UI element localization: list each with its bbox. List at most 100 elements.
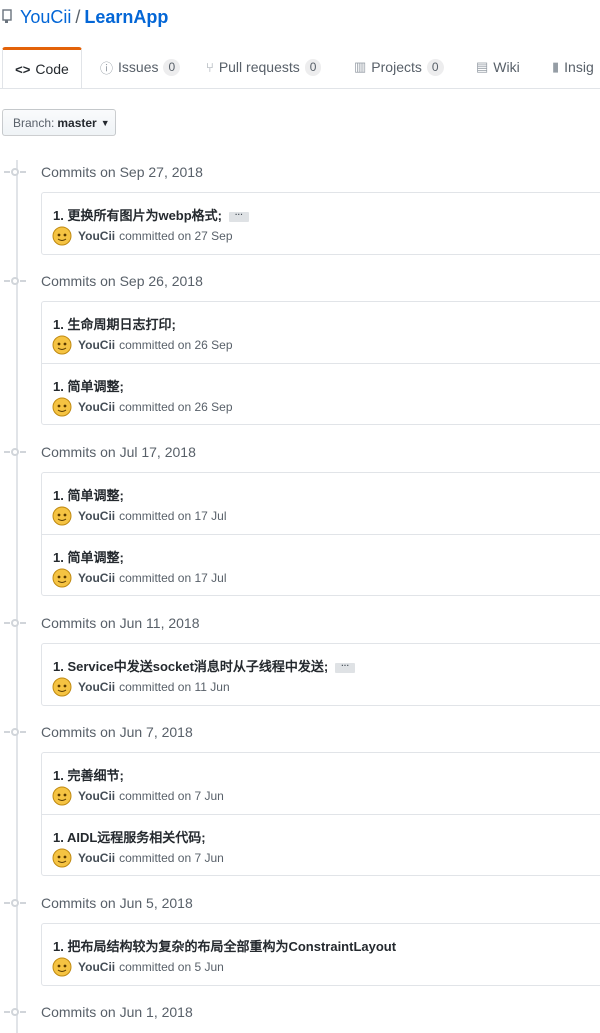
commit-time: committed on 26 Sep — [119, 338, 233, 352]
commit-row: 1. 完善细节; YouCii committed on 7 Jun — [42, 753, 600, 814]
tab-insights-label: Insig — [564, 59, 594, 75]
commit-date: Commits on Sep 27, 2018 — [41, 164, 203, 180]
commit-author-link[interactable]: YouCii — [78, 400, 115, 414]
avatar[interactable] — [52, 848, 72, 868]
timeline-dot-icon — [4, 899, 26, 907]
avatar[interactable] — [52, 786, 72, 806]
commit-row: 1. 生命周期日志打印; YouCii committed on 26 Sep — [42, 302, 600, 363]
commit-group: 1. 把布局结构较为复杂的布局全部重构为ConstraintLayout You… — [41, 923, 600, 986]
commit-message-link[interactable]: 1. 生命周期日志打印; — [53, 314, 176, 333]
commit-author-link[interactable]: YouCii — [78, 680, 115, 694]
expand-ellipsis-button[interactable]: ··· — [335, 661, 356, 673]
commit-date: Commits on Jun 11, 2018 — [41, 615, 200, 631]
commit-author-link[interactable]: YouCii — [78, 571, 115, 585]
commit-meta: YouCii committed on 26 Sep — [52, 335, 233, 355]
commit-time: committed on 17 Jul — [119, 571, 227, 585]
commit-message-link[interactable]: 1. 简单调整; — [53, 485, 124, 504]
repo-separator: / — [75, 7, 81, 27]
branch-value: master — [57, 115, 97, 130]
graph-icon: ▮ — [552, 59, 560, 74]
commit-row: 1. 简单调整; YouCii committed on 17 Jul — [42, 473, 600, 534]
commit-message-link[interactable]: 1. 简单调整; — [53, 547, 124, 566]
timeline-dot-icon — [4, 1008, 26, 1016]
timeline-dot-icon — [4, 168, 26, 176]
commit-group: 1. 更换所有图片为webp格式; ··· YouCii committed on… — [41, 192, 600, 255]
timeline-dot-icon — [4, 728, 26, 736]
commit-meta: YouCii committed on 11 Jun — [52, 677, 230, 697]
commit-time: committed on 17 Jul — [119, 509, 227, 523]
tab-wiki-label: Wiki — [493, 59, 520, 75]
commit-meta: YouCii committed on 5 Jun — [52, 957, 224, 977]
commit-meta: YouCii committed on 7 Jun — [52, 786, 224, 806]
commit-meta: YouCii committed on 17 Jul — [52, 568, 227, 588]
commit-message-link[interactable]: 1. 把布局结构较为复杂的布局全部重构为ConstraintLayout — [53, 936, 396, 955]
commit-message-link[interactable]: 1. 完善细节; — [53, 765, 124, 784]
commit-date: Commits on Jul 17, 2018 — [41, 444, 196, 460]
repo-name-link[interactable]: LearnApp — [84, 7, 168, 27]
commit-meta: YouCii committed on 7 Jun — [52, 848, 224, 868]
avatar[interactable] — [52, 957, 72, 977]
commit-author-link[interactable]: YouCii — [78, 851, 115, 865]
commit-group: 1. Service中发送socket消息时从子线程中发送; ··· YouCii… — [41, 643, 600, 706]
commit-message-link[interactable]: 1. 更换所有图片为webp格式; ··· — [53, 205, 250, 224]
commit-time: committed on 7 Jun — [119, 789, 224, 803]
commit-time: committed on 7 Jun — [119, 851, 224, 865]
issue-icon: ⓘ — [100, 60, 114, 76]
tab-pull-requests[interactable]: ⑂ Pull requests 0 — [206, 47, 322, 87]
pull-request-icon: ⑂ — [206, 59, 214, 75]
tab-projects[interactable]: ▥ Projects 0 — [354, 47, 444, 87]
project-icon: ▥ — [354, 59, 367, 74]
avatar[interactable] — [52, 397, 72, 417]
timeline-dot-icon — [4, 619, 26, 627]
commit-row: 1. 把布局结构较为复杂的布局全部重构为ConstraintLayout You… — [42, 924, 600, 985]
commit-time: committed on 5 Jun — [119, 960, 224, 974]
tab-issues-label: Issues — [118, 59, 159, 75]
avatar[interactable] — [52, 226, 72, 246]
repo-owner-link[interactable]: YouCii — [20, 7, 71, 27]
commit-meta: YouCii committed on 27 Sep — [52, 226, 233, 246]
commit-time: committed on 27 Sep — [119, 229, 233, 243]
commit-meta: YouCii committed on 26 Sep — [52, 397, 233, 417]
expand-ellipsis-button[interactable]: ··· — [229, 210, 250, 222]
avatar[interactable] — [52, 677, 72, 697]
commit-author-link[interactable]: YouCii — [78, 229, 115, 243]
tab-code-label: Code — [35, 61, 69, 77]
commit-time: committed on 26 Sep — [119, 400, 233, 414]
commit-meta: YouCii committed on 17 Jul — [52, 506, 227, 526]
avatar[interactable] — [52, 335, 72, 355]
issues-counter: 0 — [163, 58, 181, 76]
projects-counter: 0 — [426, 58, 444, 76]
commit-author-link[interactable]: YouCii — [78, 960, 115, 974]
tab-projects-label: Projects — [371, 59, 422, 75]
commit-group: 1. 简单调整; YouCii committed on 17 Jul 1. 简… — [41, 472, 600, 596]
branch-label: Branch: — [13, 115, 55, 130]
commit-author-link[interactable]: YouCii — [78, 338, 115, 352]
commit-row: 1. 简单调整; YouCii committed on 26 Sep — [42, 363, 600, 424]
commit-message-link[interactable]: 1. Service中发送socket消息时从子线程中发送; ··· — [53, 656, 356, 675]
commit-row: 1. AIDL远程服务相关代码; YouCii committed on 7 J… — [42, 814, 600, 875]
commit-date: Commits on Jun 5, 2018 — [41, 895, 193, 911]
commit-date: Commits on Jun 1, 2018 — [41, 1004, 193, 1020]
timeline-dot-icon — [4, 277, 26, 285]
commit-row: 1. Service中发送socket消息时从子线程中发送; ··· YouCii… — [42, 644, 600, 705]
repo-nav-tabs: <> Code ⓘ Issues 0 ⑂ Pull requests 0 ▥ P… — [0, 47, 600, 89]
avatar[interactable] — [52, 568, 72, 588]
tab-pull-requests-label: Pull requests — [218, 59, 300, 75]
commit-row: 1. 更换所有图片为webp格式; ··· YouCii committed on… — [42, 193, 600, 254]
commit-author-link[interactable]: YouCii — [78, 789, 115, 803]
commit-group: 1. 完善细节; YouCii committed on 7 Jun 1. AI… — [41, 752, 600, 876]
commit-message-link[interactable]: 1. AIDL远程服务相关代码; — [53, 827, 206, 846]
tab-code[interactable]: <> Code — [2, 47, 82, 88]
pull-requests-counter: 0 — [304, 58, 322, 76]
repo-header: YouCii / LearnApp — [0, 0, 600, 40]
avatar[interactable] — [52, 506, 72, 526]
tab-wiki[interactable]: ▤ Wiki — [476, 47, 520, 87]
book-icon: ▤ — [476, 59, 489, 74]
branch-select-button[interactable]: Branch: master ▼ — [2, 109, 116, 136]
commit-message-link[interactable]: 1. 简单调整; — [53, 376, 124, 395]
commit-author-link[interactable]: YouCii — [78, 509, 115, 523]
tab-insights[interactable]: ▮ Insig — [552, 47, 594, 87]
tab-issues[interactable]: ⓘ Issues 0 — [100, 47, 181, 87]
commit-date: Commits on Jun 7, 2018 — [41, 724, 193, 740]
repo-icon — [2, 9, 12, 23]
